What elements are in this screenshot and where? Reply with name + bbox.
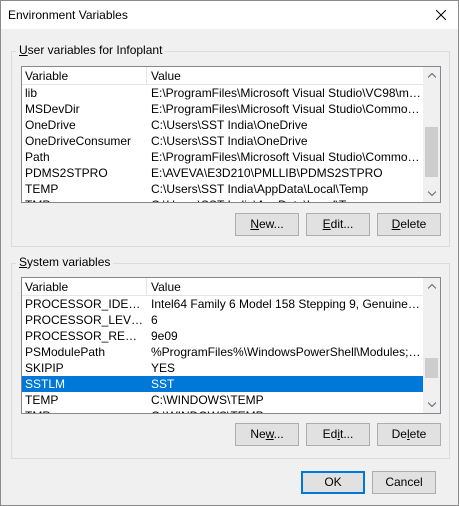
variable-value-cell: E:\ProgramFiles\Microsoft Visual Studio\… — [151, 150, 421, 164]
chevron-up-icon — [427, 73, 436, 78]
scroll-down-button[interactable] — [423, 185, 440, 202]
chevron-down-icon — [427, 402, 436, 407]
variable-value-cell: C:\Users\SST India\OneDrive — [151, 118, 308, 132]
table-row[interactable]: OneDriveConsumer C:\Users\SST India\OneDr… — [22, 133, 423, 149]
scroll-thumb[interactable] — [425, 358, 438, 378]
list-header: Variable Value — [22, 67, 423, 85]
variable-name-cell: PROCESSOR_IDENTIFIER — [25, 297, 145, 311]
user-list-scrollbar[interactable] — [423, 67, 440, 202]
variable-name-cell: TMP — [25, 409, 145, 413]
user-delete-button[interactable]: Delete — [377, 213, 441, 236]
variable-name-cell: OneDrive — [25, 118, 76, 132]
variable-value-cell: C:\WINDOWS\TEMP — [151, 409, 421, 413]
variable-value-cell: C:\Users\SST India\AppData\Local\Temp — [151, 198, 421, 202]
cancel-button[interactable]: Cancel — [372, 471, 436, 494]
variable-value-cell: C:\Users\SST India\OneDrive — [151, 134, 308, 148]
table-row[interactable]: SSTLM SST — [22, 376, 423, 392]
user-edit-button[interactable]: Edit... — [306, 213, 370, 236]
variable-name-cell: PROCESSOR_LEVEL — [25, 313, 145, 327]
variable-name-cell: SKIPIP — [25, 361, 64, 375]
table-row[interactable]: PSModulePath %ProgramFiles%\WindowsPowerS… — [22, 344, 423, 360]
table-row[interactable]: lib E:\ProgramFiles\Microsoft Visual Stud… — [22, 85, 423, 101]
variable-value-cell: C:\WINDOWS\TEMP — [151, 393, 264, 407]
scroll-thumb[interactable] — [425, 127, 438, 177]
table-row[interactable]: PDMS2STPRO E:\AVEVA\E3D210\PMLLIB\PDMS2ST… — [22, 165, 423, 181]
scroll-up-button[interactable] — [423, 278, 440, 295]
list-header: Variable Value — [22, 278, 423, 296]
system-list-scrollbar[interactable] — [423, 278, 440, 413]
table-row[interactable]: PROCESSOR_REVISION 9e09 — [22, 328, 423, 344]
table-row[interactable]: PROCESSOR_IDENTIFIER Intel64 Family 6 Mod… — [22, 296, 423, 312]
variable-name-cell: Path — [25, 150, 50, 164]
variable-value-cell: %ProgramFiles%\WindowsPowerShell\Modules… — [151, 345, 421, 359]
variable-value-cell: E:\ProgramFiles\Microsoft Visual Studio\… — [151, 86, 421, 100]
variable-value-cell: Intel64 Family 6 Model 158 Stepping 9, G… — [151, 297, 421, 311]
variable-name-cell: TEMP — [25, 182, 59, 196]
variable-name-cell: OneDriveConsumer — [25, 134, 132, 148]
system-variables-rows: PROCESSOR_IDENTIFIER Intel64 Family 6 Mod… — [22, 296, 423, 413]
variable-name-cell: PSModulePath — [25, 345, 106, 359]
table-row[interactable]: PROCESSOR_LEVEL 6 — [22, 312, 423, 328]
variable-name-cell: PDMS2STPRO — [25, 166, 108, 180]
close-button[interactable] — [424, 1, 458, 29]
chevron-up-icon — [427, 284, 436, 289]
variable-name-cell: TEMP — [25, 393, 59, 407]
table-row[interactable]: TEMP C:\Users\SST India\AppData\Local\Tem… — [22, 181, 423, 197]
variable-value-cell: C:\Users\SST India\AppData\Local\Temp — [151, 182, 369, 196]
column-header-variable[interactable]: Variable — [25, 280, 68, 294]
scroll-up-button[interactable] — [423, 67, 440, 84]
table-row[interactable]: TEMP C:\WINDOWS\TEMP — [22, 392, 423, 408]
title-bar: Environment Variables — [1, 1, 458, 29]
column-divider[interactable] — [146, 67, 147, 84]
column-header-variable[interactable]: Variable — [25, 69, 68, 83]
variable-name-cell: lib — [25, 86, 38, 100]
column-header-value[interactable]: Value — [151, 280, 181, 294]
variable-value-cell: 6 — [151, 313, 158, 327]
system-edit-button[interactable]: Edit... — [306, 423, 370, 446]
variable-name-cell: MSDevDir — [25, 102, 80, 116]
user-new-button[interactable]: New... — [235, 213, 299, 236]
scroll-down-button[interactable] — [423, 396, 440, 413]
table-row[interactable]: OneDrive C:\Users\SST India\OneDrive — [22, 117, 423, 133]
ok-button[interactable]: OK — [301, 471, 365, 494]
table-row[interactable]: TMP C:\Users\SST India\AppData\Local\Temp — [22, 197, 423, 202]
user-variables-label: User variables for Infoplant — [16, 43, 166, 57]
column-divider[interactable] — [146, 278, 147, 295]
column-header-value[interactable]: Value — [151, 69, 181, 83]
window-title: Environment Variables — [8, 8, 128, 22]
system-new-button[interactable]: New... — [235, 423, 299, 446]
variable-name-cell: TMP — [25, 198, 145, 202]
close-icon — [436, 10, 446, 20]
variable-value-cell: YES — [151, 361, 176, 375]
variable-value-cell: E:\ProgramFiles\Microsoft Visual Studio\… — [151, 102, 421, 116]
variable-name-cell: PROCESSOR_REVISION — [25, 329, 145, 343]
system-variables-list[interactable]: Variable Value PROCESSOR_IDENTIFIER Intel… — [21, 277, 441, 414]
table-row[interactable]: SKIPIP YES — [22, 360, 423, 376]
user-variables-list[interactable]: Variable Value lib E:\ProgramFiles\Micros… — [21, 66, 441, 203]
chevron-down-icon — [427, 191, 436, 196]
variable-value-cell: SST — [151, 377, 175, 391]
table-row[interactable]: TMP C:\WINDOWS\TEMP — [22, 408, 423, 413]
variable-value-cell: 9e09 — [151, 329, 178, 343]
variable-name-cell: SSTLM — [25, 377, 66, 391]
system-variables-label: System variables — [16, 255, 114, 269]
environment-variables-dialog: Environment Variables User variables for… — [0, 0, 459, 506]
variable-value-cell: E:\AVEVA\E3D210\PMLLIB\PDMS2STPRO — [151, 166, 383, 180]
user-variables-rows: lib E:\ProgramFiles\Microsoft Visual Stud… — [22, 85, 423, 202]
system-delete-button[interactable]: Delete — [377, 423, 441, 446]
table-row[interactable]: Path E:\ProgramFiles\Microsoft Visual Stu… — [22, 149, 423, 165]
table-row[interactable]: MSDevDir E:\ProgramFiles\Microsoft Visual… — [22, 101, 423, 117]
